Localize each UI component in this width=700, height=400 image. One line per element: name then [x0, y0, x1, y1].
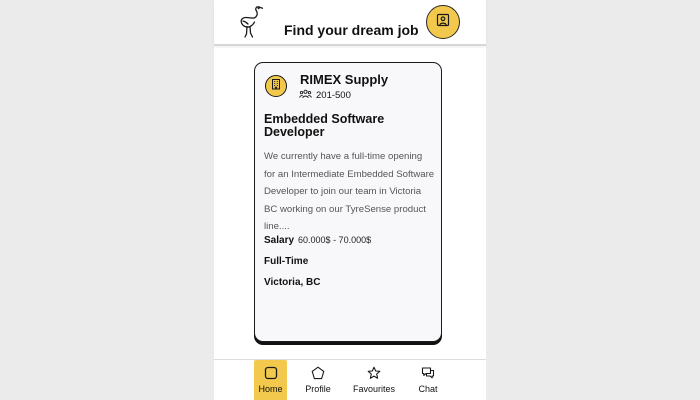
- nav-favourites[interactable]: Favourites: [350, 360, 398, 400]
- profile-card-button[interactable]: [426, 5, 460, 39]
- nav-chat[interactable]: Chat: [414, 360, 442, 400]
- nav-favourites-label: Favourites: [352, 384, 396, 394]
- nav-profile[interactable]: Profile: [302, 360, 334, 400]
- star-icon: [367, 366, 381, 380]
- salary: Salary 60.000$ - 70.000$: [264, 235, 371, 246]
- home-icon: [264, 366, 278, 380]
- company-logo: [265, 75, 287, 97]
- profile-icon: [311, 366, 325, 380]
- job-description: We currently have a full-time opening fo…: [264, 151, 435, 232]
- chat-icon: [421, 366, 435, 380]
- job-title: Embedded Software Developer: [264, 112, 385, 139]
- app-screen: Find your dream job RIMEX Supply 201-500…: [214, 0, 486, 400]
- job-location: Victoria, BC: [264, 277, 321, 288]
- company-name: RIMEX Supply: [300, 72, 389, 87]
- company-size: 201-500: [299, 89, 351, 102]
- bottom-nav: Home Profile Favourites Chat: [214, 359, 486, 400]
- main-content: RIMEX Supply 201-500 Embedded Software D…: [214, 48, 486, 359]
- job-type: Full-Time: [264, 256, 309, 267]
- job-card[interactable]: RIMEX Supply 201-500 Embedded Software D…: [254, 62, 442, 342]
- page-title: Find your dream job: [284, 22, 419, 38]
- salary-label: Salary: [264, 235, 295, 246]
- company-size-value: 201-500: [316, 90, 351, 101]
- building-icon: [270, 77, 282, 95]
- users-icon: [299, 89, 312, 102]
- ostrich-logo-icon: [238, 4, 266, 40]
- profile-card-icon: [436, 13, 450, 32]
- nav-chat-label: Chat: [418, 384, 438, 394]
- nav-home-label: Home: [258, 384, 283, 394]
- nav-home[interactable]: Home: [254, 360, 287, 400]
- nav-profile-label: Profile: [305, 384, 331, 394]
- salary-value: 60.000$ - 70.000$: [298, 235, 372, 245]
- app-header: Find your dream job: [214, 0, 486, 46]
